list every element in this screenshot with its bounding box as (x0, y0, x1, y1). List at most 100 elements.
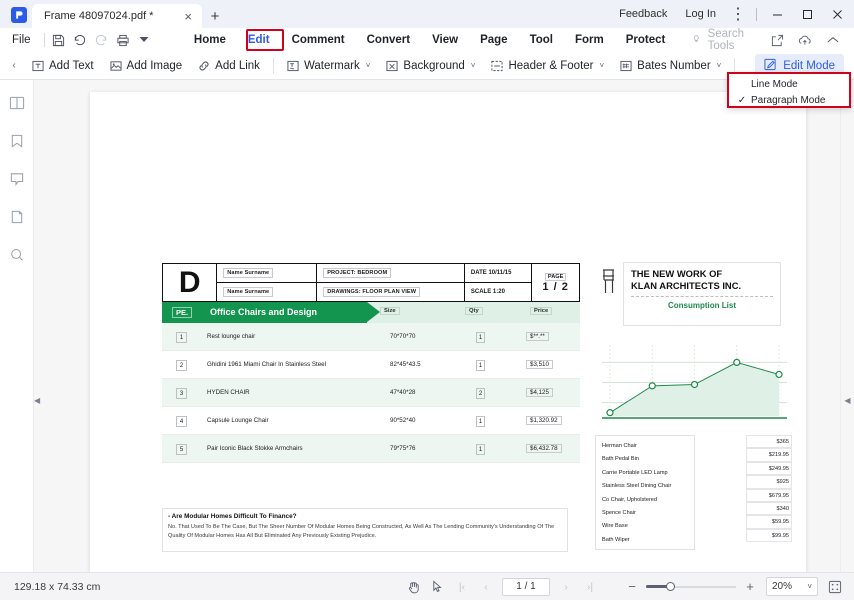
tab-protect[interactable]: Protect (615, 28, 677, 52)
name-surname-1: Name Surname (223, 268, 273, 278)
more-dropdown-icon[interactable] (133, 29, 155, 51)
right-panel-collapse-toggle[interactable]: ◀ (841, 396, 854, 405)
print-icon[interactable] (112, 29, 134, 51)
header-footer-button[interactable]: Header & Footer ˅ (483, 52, 612, 80)
prev-page-button[interactable]: ‹ (474, 575, 498, 599)
add-image-button[interactable]: Add Image (102, 52, 191, 80)
tab-form[interactable]: Form (564, 28, 615, 52)
redo-icon[interactable] (90, 29, 112, 51)
minimize-button[interactable] (762, 0, 792, 28)
watermark-label: Watermark (304, 60, 360, 72)
add-link-button[interactable]: Add Link (190, 52, 268, 80)
new-tab-button[interactable]: + (202, 4, 228, 28)
maximize-button[interactable] (792, 0, 822, 28)
document-content: D Name Surname PROJECT: BEDROOM DATE 10/… (162, 263, 580, 463)
more-options-icon[interactable]: ⋮ (725, 0, 751, 28)
undo-icon[interactable] (69, 29, 91, 51)
add-text-button[interactable]: Add Text (24, 52, 102, 80)
watermark-button[interactable]: Watermark ˅ (279, 52, 378, 80)
attachment-icon[interactable] (6, 206, 28, 228)
window-close-button[interactable] (822, 0, 852, 28)
ribbon-scroll-left[interactable]: ‹ (4, 52, 24, 80)
search-tools[interactable]: Search Tools (692, 28, 764, 52)
row-size: 47*40*28 (390, 389, 415, 396)
feedback-link[interactable]: Feedback (610, 0, 676, 28)
ribbon-toolbar: ‹ Add Text Add Image Add Link Watermark (0, 52, 854, 80)
fit-page-icon[interactable] (824, 576, 846, 598)
dropdown-item-line-mode[interactable]: Line Mode (729, 76, 849, 92)
search-tools-icon (692, 34, 702, 46)
consumption-price-column[interactable]: $365 $219.95 $249.95 $925 $679.95 $340 $… (746, 435, 792, 550)
document-canvas[interactable]: D Name Surname PROJECT: BEDROOM DATE 10/… (34, 80, 840, 572)
share-icon[interactable] (764, 28, 790, 52)
price-value: $365 (746, 435, 792, 448)
last-page-button[interactable]: ›| (578, 575, 602, 599)
zoom-out-button[interactable]: − (624, 579, 640, 594)
table-row[interactable]: 5 Pair Iconic Black Stokke Armchairs 79*… (162, 435, 580, 463)
tab-edit[interactable]: Edit (237, 28, 281, 52)
tab-page[interactable]: Page (469, 28, 519, 52)
tab-convert[interactable]: Convert (356, 28, 421, 52)
zoom-level-select[interactable]: 20% ˅ (766, 577, 818, 596)
name1-cell: Name Surname (217, 264, 317, 283)
zoom-slider[interactable] (646, 580, 736, 594)
column-header-qty: Qty (465, 307, 483, 315)
bookmark-icon[interactable] (6, 130, 28, 152)
add-image-label: Add Image (127, 60, 183, 72)
divider (44, 33, 45, 47)
chart-svg (602, 343, 787, 428)
login-link[interactable]: Log In (676, 0, 725, 28)
row-price: $1,320.92 (526, 416, 562, 425)
chevron-down-icon: ˅ (717, 61, 722, 70)
background-button[interactable]: Background ˅ (378, 52, 483, 80)
date-cell: DATE 10/11/15 (464, 264, 531, 283)
cloud-upload-icon[interactable] (792, 28, 818, 52)
row-number: 4 (176, 416, 187, 427)
tab-tool[interactable]: Tool (519, 28, 564, 52)
consumption-item-list[interactable]: Herman Chair Bath Pedal Bin Carrie Porta… (595, 435, 695, 550)
file-menu[interactable]: File (0, 34, 41, 46)
list-item: Bath Pedal Bin (602, 453, 688, 466)
table-row[interactable]: 2 Ghidini 1961 Miami Chair In Stainless … (162, 351, 580, 379)
hand-tool-icon[interactable] (402, 575, 426, 599)
list-item: Herman Chair (602, 440, 688, 453)
row-name: Capsule Lounge Chair (207, 417, 269, 424)
first-page-button[interactable]: |‹ (450, 575, 474, 599)
table-title: Office Chairs and Design (210, 307, 317, 317)
faq-box[interactable]: - Are Modular Homes Difficult To Finance… (162, 508, 568, 552)
save-icon[interactable] (47, 29, 69, 51)
tab-view[interactable]: View (421, 28, 469, 52)
row-name: HYDEN CHAIR (207, 389, 250, 396)
thumbnails-icon[interactable] (6, 92, 28, 114)
next-page-button[interactable]: › (554, 575, 578, 599)
project-label: PROJECT: BEDROOM (323, 268, 391, 278)
table-row[interactable]: 1 Rest lounge chair 70*70*70 1 $**.** (162, 323, 580, 351)
page-total: 2 (562, 281, 569, 293)
dropdown-item-paragraph-mode[interactable]: ✓ Paragraph Mode (729, 92, 849, 108)
tab-title: Frame 48097024.pdf * (44, 10, 176, 22)
price-value: $679.95 (746, 489, 792, 502)
column-header-size: Size (380, 307, 400, 315)
tab-home[interactable]: Home (183, 28, 237, 52)
bates-number-button[interactable]: Bates Number ˅ (612, 52, 729, 80)
comment-icon[interactable] (6, 168, 28, 190)
tab-comment[interactable]: Comment (281, 28, 356, 52)
klan-title-box[interactable]: THE NEW WORK OF KLAN ARCHITECTS INC. Con… (623, 262, 781, 326)
row-number: 1 (176, 332, 187, 343)
table-row[interactable]: 3 HYDEN CHAIR 47*40*28 2 $4,125 (162, 379, 580, 407)
zoom-in-button[interactable]: + (742, 579, 758, 594)
list-item: Stainless Steel Dining Chair (602, 480, 688, 493)
slider-knob[interactable] (666, 582, 675, 591)
page-number-input[interactable]: 1 / 1 (502, 578, 550, 596)
consumption-area-chart (602, 343, 787, 428)
select-tool-icon[interactable] (426, 575, 450, 599)
chair-icon (600, 268, 618, 301)
table-row[interactable]: 4 Capsule Lounge Chair 90*52*40 1 $1,320… (162, 407, 580, 435)
left-panel-collapse-toggle[interactable]: ◀ (34, 396, 40, 405)
klan-subtitle: Consumption List (631, 301, 773, 310)
row-name: Ghidini 1961 Miami Chair In Stainless St… (207, 361, 326, 368)
document-tab[interactable]: Frame 48097024.pdf * × (32, 4, 202, 28)
collapse-ribbon-icon[interactable] (820, 28, 846, 52)
close-icon[interactable]: × (182, 10, 194, 23)
search-icon[interactable] (6, 244, 28, 266)
